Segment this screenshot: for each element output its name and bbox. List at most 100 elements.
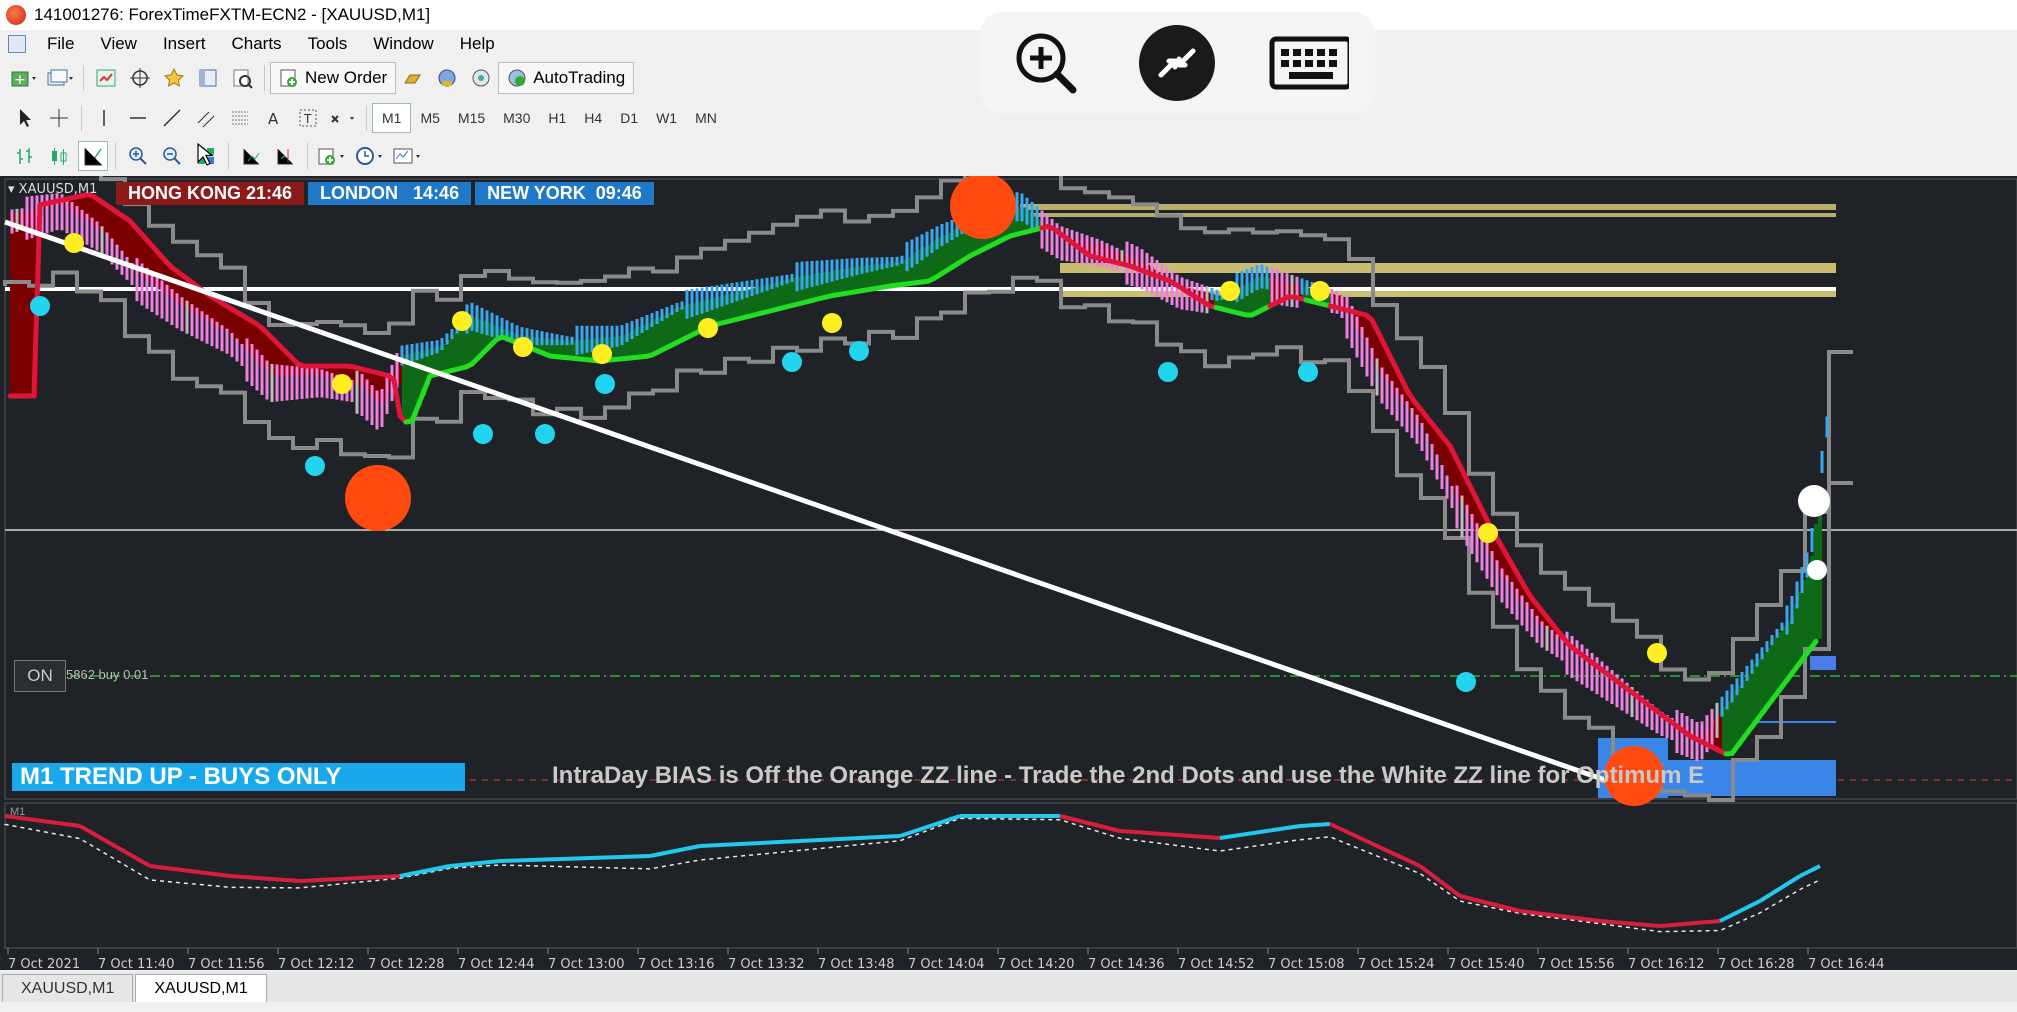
trend-fill-segment: [1730, 696, 1734, 756]
yellow-signal-dot: [592, 344, 612, 364]
document-icon[interactable]: [8, 35, 26, 53]
timeframe-w1[interactable]: W1: [647, 104, 686, 132]
yellow-signal-dot: [1478, 523, 1498, 543]
trend-fill-segment: [1758, 658, 1762, 719]
timeframe-m1[interactable]: M1: [372, 103, 412, 133]
new-chart-icon[interactable]: +: [8, 63, 40, 93]
world-clocks: HONG KONG 21:46 LONDON 14:46 NEW YORK 09…: [116, 182, 654, 205]
autotrading-label: AutoTrading: [533, 68, 626, 87]
white-zz-trendline: [4, 219, 1606, 783]
time-axis-label: 7 Oct 11:40: [98, 957, 174, 970]
templates-icon[interactable]: [391, 141, 425, 171]
trend-fill-segment: [670, 311, 674, 346]
line-studies-toolbar: A T M1 M5 M15 M30 H1 H4 D1 W1 MN: [0, 100, 800, 136]
menu-charts[interactable]: Charts: [218, 34, 294, 54]
equidistant-channel-icon[interactable]: [191, 103, 221, 133]
timeframe-d1[interactable]: D1: [611, 104, 647, 132]
horizontal-line-icon[interactable]: [123, 103, 153, 133]
bar-chart-icon[interactable]: [10, 141, 40, 171]
remote-connection-icon[interactable]: [1137, 23, 1217, 103]
menu-tools[interactable]: Tools: [295, 34, 361, 54]
chart-shift-icon[interactable]: [270, 141, 300, 171]
metaeditor-icon[interactable]: [432, 63, 462, 93]
trend-fill-segment: [1738, 685, 1742, 746]
toolbar-separator: [366, 105, 367, 131]
trend-fill-segment: [114, 210, 118, 247]
trend-fill-segment: [1790, 616, 1794, 676]
cursor-icon[interactable]: [10, 103, 40, 133]
oscillator-segment: [1418, 864, 1462, 898]
periods-clock-icon[interactable]: [353, 141, 387, 171]
clock-new-york: NEW YORK 09:46: [475, 182, 654, 205]
yellow-signal-dot: [452, 311, 472, 331]
new-order-button[interactable]: New Order: [270, 62, 397, 94]
text-tool-icon[interactable]: A: [259, 103, 289, 133]
menu-help[interactable]: Help: [447, 34, 508, 54]
menu-view[interactable]: View: [87, 34, 150, 54]
menu-file[interactable]: File: [34, 34, 87, 54]
strategy-tester-icon[interactable]: [227, 63, 257, 93]
charts-toolbar: [0, 138, 520, 174]
tab-chart-2[interactable]: XAUUSD,M1: [135, 974, 267, 1002]
zoom-in-icon[interactable]: [123, 141, 153, 171]
trendline-icon[interactable]: [157, 103, 187, 133]
zoom-in-icon[interactable]: [1006, 23, 1086, 103]
trend-fill-segment: [658, 317, 662, 352]
trend-fill-segment: [438, 346, 442, 374]
autotrading-button[interactable]: AutoTrading: [498, 62, 635, 94]
trend-fill-segment: [1814, 524, 1818, 644]
time-axis-label: 7 Oct 13:32: [728, 957, 804, 970]
crosshair-icon[interactable]: [44, 103, 74, 133]
oscillator-segment: [1719, 899, 1761, 923]
market-watch-icon[interactable]: [91, 63, 121, 93]
text-label-icon[interactable]: T: [293, 103, 323, 133]
trend-fill-segment: [1806, 568, 1810, 655]
menu-insert[interactable]: Insert: [150, 34, 219, 54]
gold-bars-icon[interactable]: [398, 63, 428, 93]
on-toggle-button[interactable]: ON: [14, 660, 66, 692]
time-axis-label: 7 Oct 16:28: [1718, 957, 1794, 970]
yellow-signal-dot: [332, 374, 352, 394]
oscillator-segment: [149, 864, 231, 878]
timeframe-m30[interactable]: M30: [494, 104, 539, 132]
current-price-dot: [1798, 485, 1830, 517]
chart-canvas[interactable]: 7 Oct 2021 7 Oct 11:40 7 Oct 11:56 7 Oct 12…: [0, 176, 2017, 970]
oscillator-segment: [1299, 822, 1331, 828]
trend-fill-segment: [674, 309, 678, 344]
oscillator-segment: [1519, 909, 1601, 923]
time-axis-label: 7 Oct 15:24: [1358, 957, 1434, 970]
terminal-icon[interactable]: [193, 63, 223, 93]
timeframe-m15[interactable]: M15: [449, 104, 494, 132]
timeframe-h4[interactable]: H4: [575, 104, 611, 132]
trend-fill-segment: [778, 281, 782, 309]
line-chart-icon[interactable]: [78, 141, 108, 171]
yellow-signal-dot: [64, 233, 84, 253]
yellow-signal-dot: [1647, 643, 1667, 663]
keyboard-icon[interactable]: [1269, 23, 1350, 103]
cyan-signal-dot: [473, 424, 493, 444]
tab-chart-1[interactable]: XAUUSD,M1: [2, 974, 134, 1002]
time-axis-label: 7 Oct 15:56: [1538, 957, 1614, 970]
level-box: [1810, 656, 1836, 670]
zoom-out-icon[interactable]: [157, 141, 187, 171]
candlestick-icon[interactable]: [44, 141, 74, 171]
oscillator-segment: [229, 874, 301, 883]
favorites-star-icon[interactable]: [159, 63, 189, 93]
timeframe-m5[interactable]: M5: [411, 104, 448, 132]
time-axis-label: 7 Oct 12:44: [458, 957, 534, 970]
navigator-crosshair-icon[interactable]: [125, 63, 155, 93]
timeframe-mn[interactable]: MN: [686, 104, 726, 132]
cyan-signal-dot: [305, 456, 325, 476]
fibonacci-icon[interactable]: [225, 103, 255, 133]
indicators-icon[interactable]: [315, 141, 349, 171]
vertical-line-icon[interactable]: [89, 103, 119, 133]
standard-toolbar: + New Order AutoTrading: [0, 60, 720, 96]
price-chart[interactable]: 7 Oct 2021 7 Oct 11:40 7 Oct 11:56 7 Oct 12…: [0, 176, 2017, 970]
profiles-icon[interactable]: [44, 63, 76, 93]
arrows-icon[interactable]: [327, 103, 359, 133]
signals-icon[interactable]: [466, 63, 496, 93]
auto-scroll-icon[interactable]: [236, 141, 266, 171]
cyan-signal-dot: [1158, 362, 1178, 382]
timeframe-h1[interactable]: H1: [539, 104, 575, 132]
menu-window[interactable]: Window: [360, 34, 446, 54]
